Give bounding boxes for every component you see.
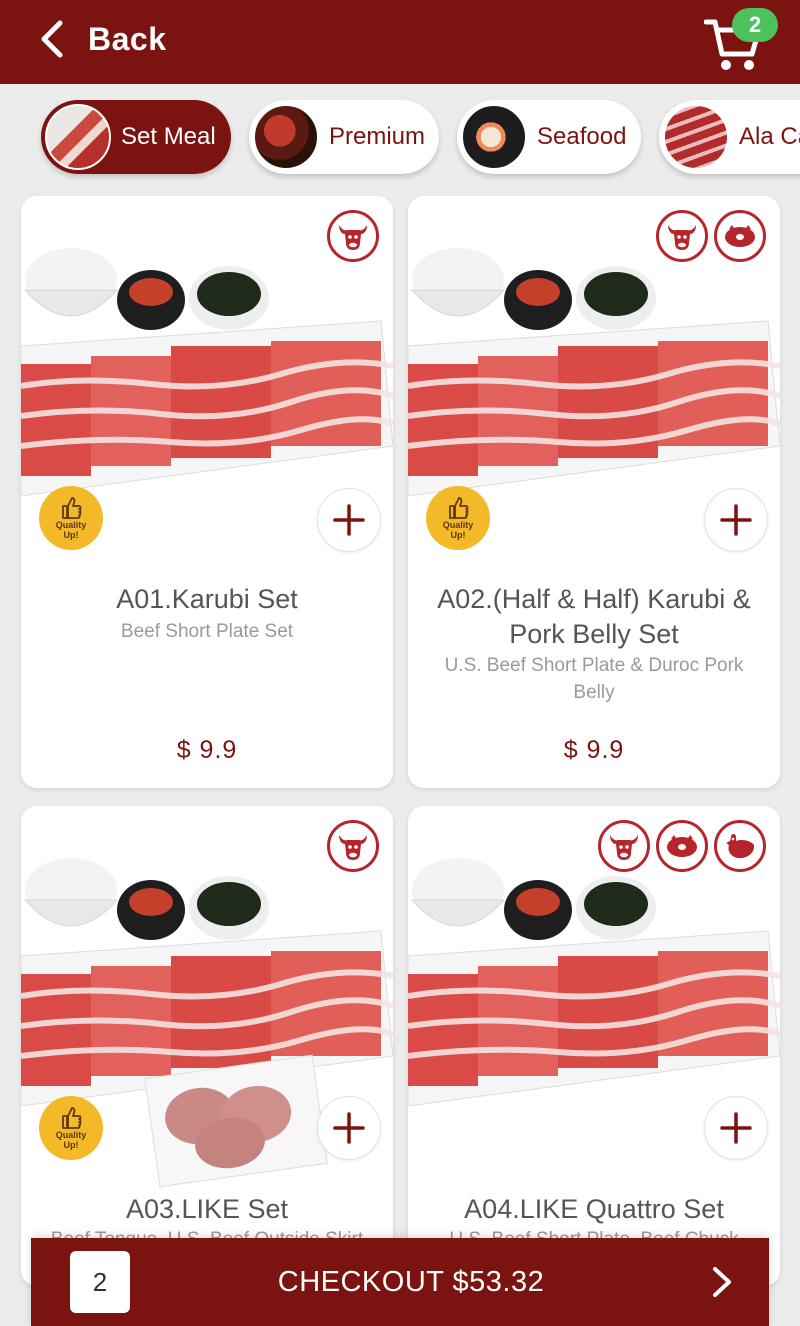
product-card[interactable]: Quality Up! A02.(Half & Half) Karubi & P… xyxy=(408,196,780,788)
beef-icon xyxy=(327,820,379,872)
premium-thumbnail xyxy=(253,104,319,170)
product-title: A03.LIKE Set xyxy=(125,1194,289,1224)
category-label: Seafood xyxy=(537,123,627,150)
plus-icon xyxy=(719,1111,753,1145)
quality-badge-label: Quality Up! xyxy=(442,520,474,540)
meat-tags xyxy=(327,210,379,262)
quality-badge-label: Quality Up! xyxy=(55,520,87,540)
set-meal-thumbnail xyxy=(45,104,111,170)
back-button[interactable]: Back xyxy=(36,16,167,62)
product-price: $ 9.9 xyxy=(563,736,625,764)
quality-up-badge: Quality Up! xyxy=(39,1096,103,1160)
cart-count-badge: 2 xyxy=(732,8,778,42)
category-label: Premium xyxy=(329,123,426,150)
category-chip-premium[interactable]: Premium xyxy=(249,100,439,174)
plus-icon xyxy=(719,503,753,537)
meat-tags xyxy=(327,820,379,872)
product-title: A04.LIKE Quattro Set xyxy=(464,1194,724,1224)
pork-icon xyxy=(714,210,766,262)
add-to-cart-button[interactable] xyxy=(317,1096,381,1160)
app-header: Back 2 xyxy=(0,0,800,84)
beef-icon xyxy=(598,820,650,872)
beef-tongue-plate xyxy=(144,1054,328,1188)
meat-tags xyxy=(598,820,766,872)
category-chip-set-meal[interactable]: Set Meal xyxy=(41,100,231,174)
meat-tags xyxy=(656,210,766,262)
seafood-thumbnail xyxy=(461,104,527,170)
thumbs-up-icon xyxy=(60,1106,82,1130)
product-card[interactable]: A04.LIKE Quattro Set U.S. Beef Short Pla… xyxy=(408,806,780,1286)
category-chip-seafood[interactable]: Seafood xyxy=(457,100,641,174)
category-bar: Set Meal Premium Seafood Ala Carte xyxy=(0,84,800,190)
back-label: Back xyxy=(88,20,167,57)
quality-up-badge: Quality Up! xyxy=(426,486,490,550)
product-price: $ 9.9 xyxy=(176,736,238,764)
product-subtitle: U.S. Beef Short Plate & Duroc Pork Belly xyxy=(444,655,744,703)
plus-icon xyxy=(332,1111,366,1145)
product-subtitle: Beef Short Plate Set xyxy=(120,621,294,642)
category-chip-ala-carte[interactable]: Ala Carte xyxy=(659,100,800,174)
beef-icon xyxy=(656,210,708,262)
product-title: A02.(Half & Half) Karubi & Pork Belly Se… xyxy=(437,584,751,649)
category-label: Ala Carte xyxy=(739,123,800,150)
quality-up-badge: Quality Up! xyxy=(39,486,103,550)
checkout-button[interactable]: 2 CHECKOUT $53.32 xyxy=(31,1238,769,1326)
add-to-cart-button[interactable] xyxy=(704,488,768,552)
add-to-cart-button[interactable] xyxy=(317,488,381,552)
product-title: A01.Karubi Set xyxy=(116,584,298,614)
plus-icon xyxy=(332,503,366,537)
thumbs-up-icon xyxy=(447,496,469,520)
checkout-item-count: 2 xyxy=(70,1251,130,1313)
cart-button[interactable]: 2 xyxy=(700,8,782,70)
ala-carte-thumbnail xyxy=(663,104,729,170)
category-label: Set Meal xyxy=(121,123,216,150)
chicken-icon xyxy=(714,820,766,872)
product-card[interactable]: Quality Up! A03.LIKE Set Beef Tongue, U.… xyxy=(21,806,393,1286)
product-card[interactable]: Quality Up! A01.Karubi Set Beef Short Pl… xyxy=(21,196,393,788)
beef-icon xyxy=(327,210,379,262)
thumbs-up-icon xyxy=(60,496,82,520)
chevron-left-icon xyxy=(41,20,63,58)
add-to-cart-button[interactable] xyxy=(704,1096,768,1160)
checkout-label: CHECKOUT $53.32 xyxy=(277,1266,545,1298)
chevron-right-icon xyxy=(713,1267,731,1297)
quality-badge-label: Quality Up! xyxy=(55,1130,87,1150)
pork-icon xyxy=(656,820,708,872)
